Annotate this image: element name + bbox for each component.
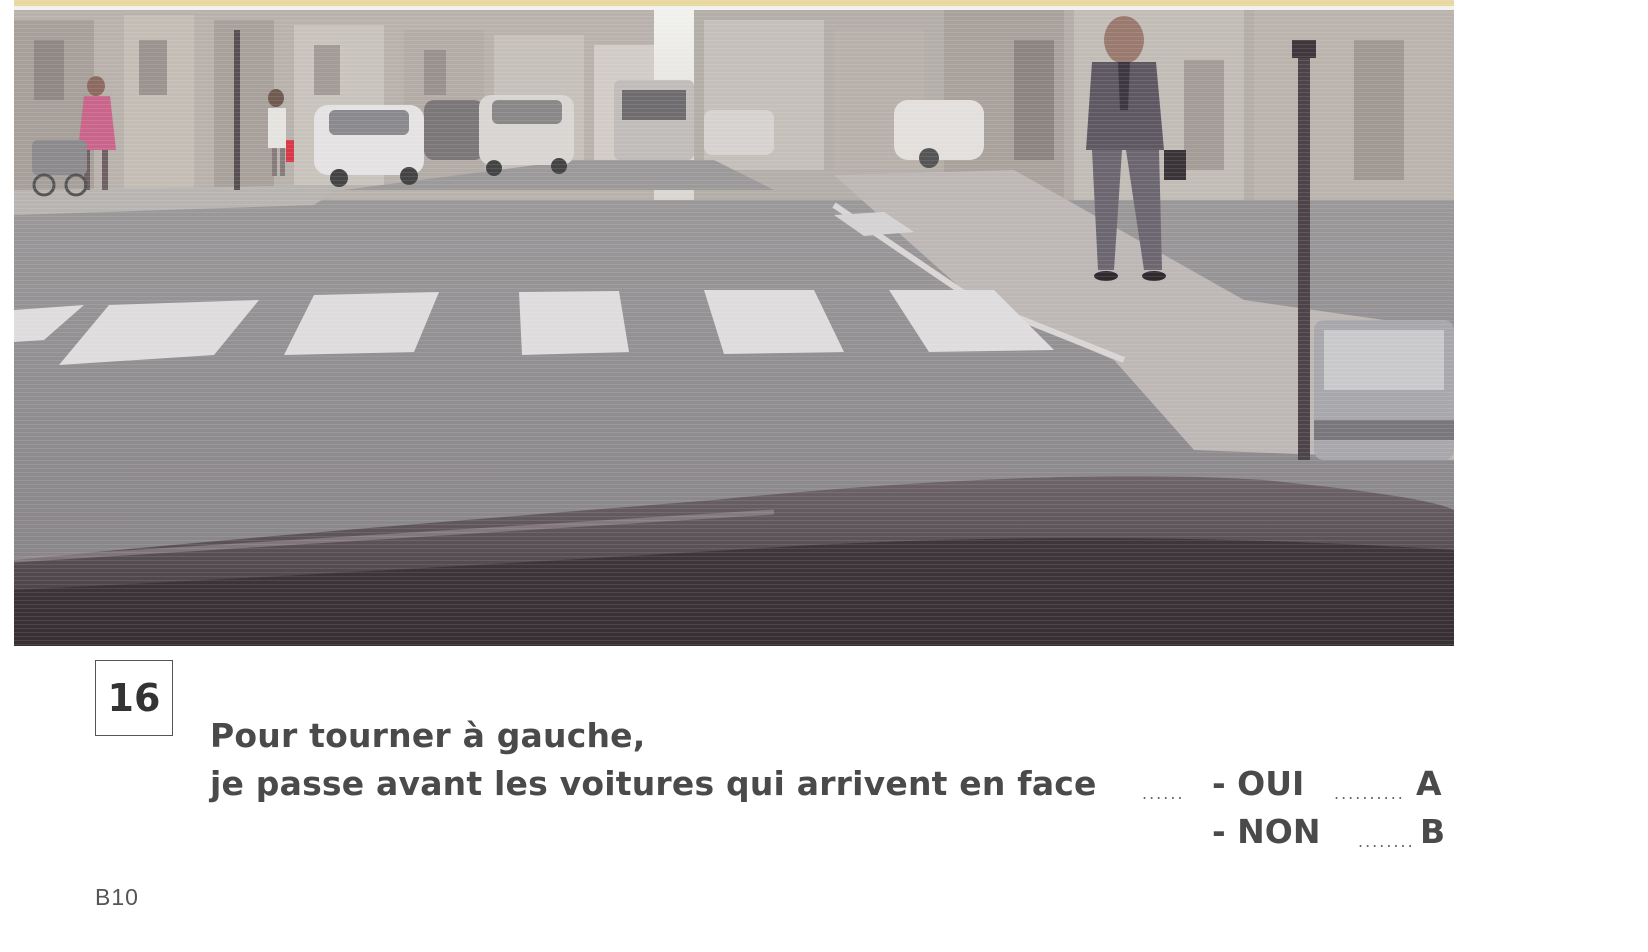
question-leader-dots: ...... [1142, 784, 1185, 803]
answer-oui-dots: .......... [1334, 784, 1405, 803]
question-line-1: Pour tourner à gauche, [210, 716, 646, 755]
answer-oui-label[interactable]: - OUI [1212, 764, 1304, 803]
street-photo [14, 0, 1454, 646]
question-number: 16 [95, 660, 173, 736]
question-line-2: je passe avant les voitures qui arrivent… [210, 764, 1097, 803]
page-reference: B10 [95, 884, 139, 910]
answer-non-dots: ........ [1358, 832, 1415, 851]
answer-non-label[interactable]: - NON [1212, 812, 1320, 851]
answer-oui-letter[interactable]: A [1416, 764, 1442, 803]
answer-non-letter[interactable]: B [1420, 812, 1445, 851]
